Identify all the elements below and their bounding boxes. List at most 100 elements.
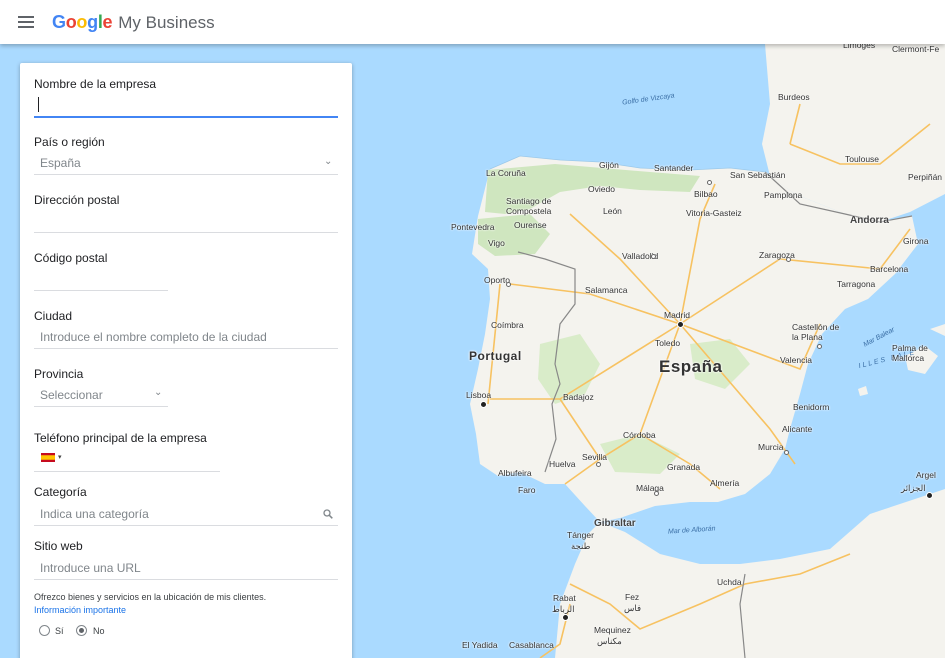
postal-address-underline — [34, 232, 338, 233]
map-label-city: Almería — [710, 478, 740, 488]
map-label-city: Burdeos — [778, 92, 810, 102]
city-field[interactable]: Ciudad Introduce el nombre completo de l… — [34, 309, 338, 351]
logo-letter: o — [76, 11, 88, 32]
spain-flag-icon[interactable] — [41, 453, 55, 462]
website-label: Sitio web — [34, 539, 83, 553]
postal-address-field[interactable]: Dirección postal — [34, 193, 338, 235]
phone-label: Teléfono principal de la empresa — [34, 431, 207, 445]
map-label-city: Pontevedra — [451, 222, 495, 232]
map-label-city: Fez — [625, 592, 640, 602]
service-yes-radio[interactable] — [39, 625, 50, 636]
postal-code-underline — [34, 290, 168, 291]
text-caret — [38, 97, 39, 112]
map-label-city: Girona — [903, 236, 929, 246]
country-label: País o región — [34, 135, 105, 149]
map-label-city: فاس — [624, 603, 642, 613]
city-underline — [34, 348, 338, 349]
map-label-city: Vigo — [488, 238, 505, 248]
map-label-city: San Sebastián — [730, 170, 786, 180]
capital-marker — [480, 401, 487, 408]
logo-letter: G — [52, 11, 66, 32]
map-label-city: Perpiñán — [908, 172, 943, 182]
google-wordmark: Google — [52, 11, 113, 33]
country-underline — [34, 174, 338, 175]
map-label-city: Huelva — [549, 459, 576, 469]
map-label-city: Palma de Mallorca — [892, 343, 928, 363]
map-label-city: Argel — [916, 470, 936, 480]
city-label: Ciudad — [34, 309, 73, 323]
city-marker — [506, 282, 511, 287]
map-label-city: Rabat — [553, 593, 576, 603]
city-placeholder: Introduce el nombre completo de la ciuda… — [40, 330, 267, 344]
city-marker — [651, 254, 656, 259]
google-my-business-logo[interactable]: Google My Business — [52, 12, 215, 33]
website-field[interactable]: Sitio web Introduce una URL — [34, 539, 338, 581]
service-no-radio[interactable] — [76, 625, 87, 636]
province-label: Provincia — [34, 367, 84, 381]
important-info-link[interactable]: Información importante — [34, 605, 126, 615]
service-area-note: Ofrezco bienes y servicios en la ubicaci… — [34, 592, 267, 602]
app-header: Google My Business — [0, 0, 945, 44]
hamburger-menu-icon[interactable] — [0, 0, 52, 44]
map-label-region: Andorra — [850, 215, 889, 226]
website-underline — [34, 579, 338, 580]
map-label-city: Madrid — [664, 310, 690, 320]
map-label-city: Tarragona — [837, 279, 876, 289]
map-label-city: Granada — [667, 462, 701, 472]
map-label-city: Benidorm — [793, 402, 830, 412]
search-icon — [323, 509, 333, 519]
map-label-city: La Coruña — [486, 168, 526, 178]
map-label-city: El Yadida — [462, 640, 498, 650]
capital-marker — [677, 321, 684, 328]
map-label-city: Oviedo — [588, 184, 615, 194]
map-label-city: Santander — [654, 163, 694, 173]
city-marker — [596, 462, 601, 467]
map-label-region: Gibraltar — [594, 518, 636, 529]
business-name-label: Nombre de la empresa — [34, 77, 157, 91]
map-label-city: Albufeira — [498, 468, 532, 478]
province-select[interactable]: Provincia Seleccionar ⌄ — [34, 367, 168, 409]
product-name: My Business — [118, 12, 215, 32]
business-name-field[interactable]: Nombre de la empresa — [34, 77, 338, 119]
map-label-city: Badajoz — [563, 392, 594, 402]
map-label-city: Castellón de la Plana — [792, 322, 840, 342]
country-value: España — [40, 156, 81, 170]
service-no-label: No — [93, 626, 105, 636]
logo-letter: o — [65, 11, 77, 32]
map-label-city: Casablanca — [509, 640, 554, 650]
map-label-city: مكناس — [597, 636, 622, 646]
business-name-input-underline — [34, 116, 338, 118]
map-label-city: Toulouse — [845, 154, 880, 164]
province-placeholder: Seleccionar — [40, 388, 103, 402]
map-label-city: Murcia — [758, 442, 784, 452]
map-label-city: Gijón — [599, 160, 619, 170]
map-label-city: León — [603, 206, 622, 216]
city-marker — [654, 491, 659, 496]
phone-field[interactable]: Teléfono principal de la empresa ▾ — [34, 431, 220, 473]
business-info-form: Nombre de la empresa País o región Españ… — [20, 63, 352, 658]
logo-letter: e — [102, 11, 113, 32]
website-placeholder: Introduce una URL — [40, 561, 141, 575]
province-underline — [34, 406, 168, 407]
city-marker — [784, 450, 789, 455]
postal-code-field[interactable]: Código postal — [34, 251, 168, 293]
map-label-city: Lisboa — [466, 390, 492, 400]
service-yes-label: Sí — [55, 626, 64, 636]
map-label-city: Ourense — [514, 220, 547, 230]
country-select[interactable]: País o región España ⌄ — [34, 135, 338, 177]
map-label-country: España — [659, 357, 723, 376]
category-field[interactable]: Categoría Indica una categoría — [34, 485, 338, 527]
map-label-city: Salamanca — [585, 285, 628, 295]
map-label-city: Santiago de Compostela — [506, 196, 552, 216]
city-marker — [786, 257, 791, 262]
map-label-city: Pamplona — [764, 190, 803, 200]
map-label-city: Clermont-Fe — [892, 44, 940, 54]
map-label-country: Portugal — [469, 349, 522, 363]
country-code-dropdown-icon[interactable]: ▾ — [58, 453, 62, 461]
phone-underline — [34, 471, 220, 472]
chevron-down-icon: ⌄ — [324, 156, 333, 167]
map-label-city: Toledo — [655, 338, 681, 348]
map-label-city: Tánger — [567, 530, 594, 540]
capital-marker — [562, 614, 569, 621]
map-label-city: Faro — [518, 485, 536, 495]
